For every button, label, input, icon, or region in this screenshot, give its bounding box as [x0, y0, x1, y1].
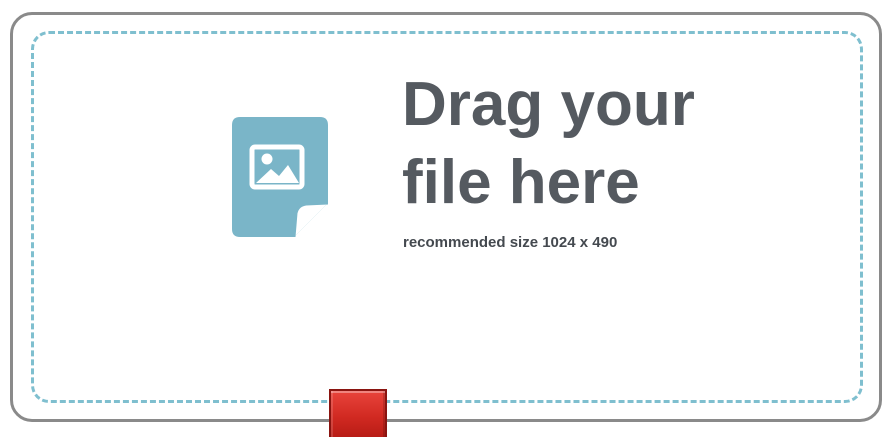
image-file-icon	[232, 117, 328, 237]
drag-handle[interactable]	[329, 389, 387, 437]
headline-line-2: file here	[402, 148, 640, 217]
headline-line-1: Drag your	[402, 70, 695, 139]
recommended-size-text: recommended size 1024 x 490	[403, 234, 618, 251]
drag-drop-headline: Drag your file here	[402, 66, 695, 222]
